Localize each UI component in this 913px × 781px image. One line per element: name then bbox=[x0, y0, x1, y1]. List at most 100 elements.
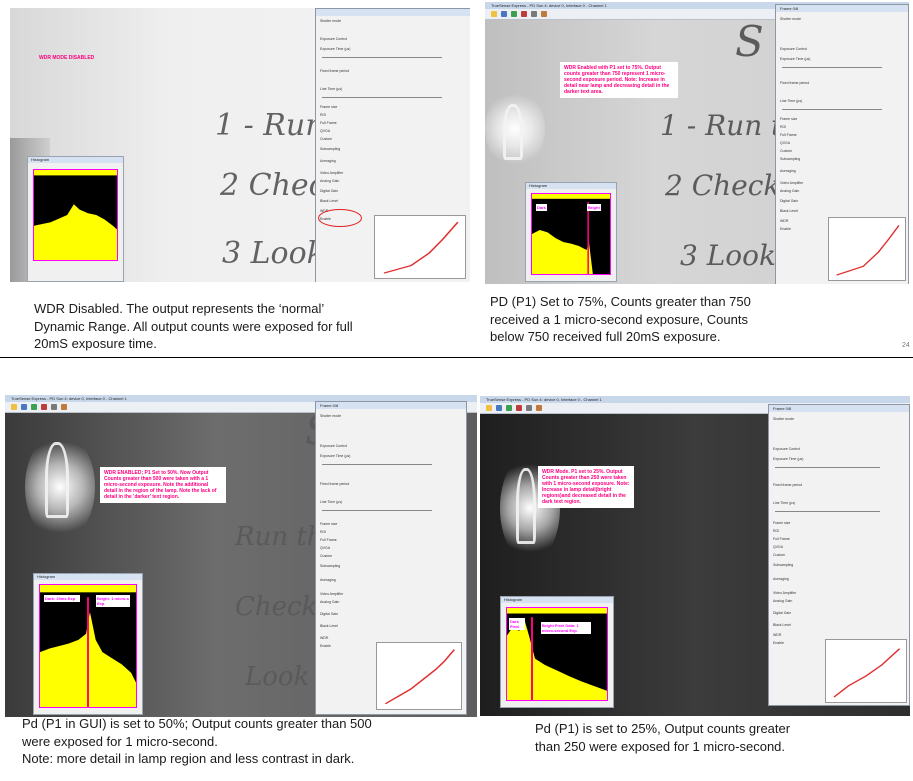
gui-row[interactable]: Shutter mode bbox=[320, 414, 462, 419]
gui-row[interactable]: Averaging bbox=[320, 578, 462, 583]
gui-row[interactable]: Line Time (µs) bbox=[320, 500, 462, 505]
gui-row[interactable]: Exposure Time (µs) bbox=[320, 47, 467, 52]
gui-row[interactable]: Shutter mode bbox=[773, 417, 905, 422]
gui-row: Video Amplifier bbox=[773, 591, 797, 595]
gui-row[interactable]: Line Time (µs) bbox=[320, 87, 467, 92]
gui-row[interactable]: Averaging bbox=[320, 159, 467, 164]
gui-row[interactable]: Exposure Time (µs) bbox=[780, 57, 904, 62]
gui-row[interactable]: Exposure Time (µs) bbox=[320, 454, 462, 459]
stop-icon[interactable] bbox=[41, 404, 47, 410]
gui-row[interactable]: Averaging bbox=[780, 169, 904, 174]
camera-control-gui[interactable]: Frame 0/8 Shutter mode Exposure Control … bbox=[775, 4, 909, 284]
gui-row: Video Amplifier bbox=[320, 171, 344, 175]
gui-row[interactable]: Exposure Time (µs) bbox=[773, 457, 905, 462]
wdr-curve-svg bbox=[383, 221, 459, 274]
caption-line: Dynamic Range. All output counts were ex… bbox=[34, 318, 353, 334]
save-icon[interactable] bbox=[496, 405, 502, 411]
screenshot: TrueSense Express - PD Sun 4: device 0, … bbox=[480, 396, 910, 716]
save-icon[interactable] bbox=[501, 11, 507, 17]
gui-row[interactable]: Custom bbox=[773, 553, 905, 558]
play-icon[interactable] bbox=[511, 11, 517, 17]
gui-row[interactable]: Shutter mode bbox=[320, 19, 467, 24]
page-number: 24 bbox=[902, 342, 910, 349]
gui-row[interactable]: Digital Gain bbox=[320, 189, 467, 194]
zoom-icon[interactable] bbox=[531, 11, 537, 17]
exposure-slider[interactable] bbox=[775, 467, 880, 468]
gui-row[interactable]: Analog Gain bbox=[780, 189, 904, 194]
exposure-slider[interactable] bbox=[782, 67, 882, 68]
gui-row[interactable]: Full Frame bbox=[320, 121, 467, 126]
camera-control-gui[interactable]: Frame 0/8 Shutter mode Exposure Control … bbox=[768, 404, 910, 706]
lamp bbox=[516, 468, 536, 544]
gui-row[interactable]: QVGA bbox=[320, 129, 467, 134]
histogram-window[interactable]: Histogram bbox=[27, 156, 124, 282]
stop-icon[interactable] bbox=[521, 11, 527, 17]
gui-row[interactable]: Full Frame bbox=[780, 133, 904, 138]
open-icon[interactable] bbox=[11, 404, 17, 410]
gui-row[interactable]: Line Time (µs) bbox=[780, 99, 904, 104]
zoom-icon[interactable] bbox=[51, 404, 57, 410]
caption-line: than 250 were exposed for 1 micro-second… bbox=[535, 738, 786, 754]
gui-row[interactable]: Exposure Control bbox=[320, 37, 467, 42]
histogram-icon[interactable] bbox=[536, 405, 542, 411]
gui-row[interactable]: Analog Gain bbox=[773, 599, 905, 604]
save-icon[interactable] bbox=[21, 404, 27, 410]
gui-row: Subsampling bbox=[320, 564, 341, 568]
gui-row[interactable]: Shutter mode bbox=[780, 17, 904, 22]
gui-row[interactable]: Black Level bbox=[320, 199, 467, 204]
gui-row[interactable]: Fixed frame period bbox=[320, 69, 467, 74]
panel-p1-25: TrueSense Express - PD Sun 4: device 0, … bbox=[480, 360, 913, 781]
line-time-slider[interactable] bbox=[322, 97, 442, 98]
open-icon[interactable] bbox=[491, 11, 497, 17]
gui-row[interactable]: Black Level bbox=[320, 624, 462, 629]
histogram-window[interactable]: Histogram Dark Pixel Bright Pixel Data: … bbox=[500, 596, 614, 708]
gui-row[interactable]: Exposure Control bbox=[320, 444, 462, 449]
open-icon[interactable] bbox=[486, 405, 492, 411]
gui-row[interactable]: Black Level bbox=[780, 209, 904, 214]
gui-row[interactable]: Digital Gain bbox=[773, 611, 905, 616]
gui-row[interactable]: Custom bbox=[780, 149, 904, 154]
gui-row[interactable]: Digital Gain bbox=[780, 199, 904, 204]
camera-control-gui[interactable]: Shutter mode Exposure Control Exposure T… bbox=[315, 8, 470, 282]
caption-line: below 750 received full 20mS exposure. bbox=[490, 329, 721, 344]
line-time-slider[interactable] bbox=[782, 109, 882, 110]
camera-control-gui[interactable]: Frame 0/8 Shutter mode Exposure Control … bbox=[315, 401, 467, 715]
gui-row[interactable]: Averaging bbox=[773, 577, 905, 582]
play-icon[interactable] bbox=[31, 404, 37, 410]
line-time-slider[interactable] bbox=[322, 510, 432, 511]
wdr-curve bbox=[836, 225, 900, 276]
zoom-icon[interactable] bbox=[526, 405, 532, 411]
histogram-window[interactable]: Histogram Dark Bright bbox=[525, 182, 617, 282]
gui-title bbox=[316, 9, 470, 16]
gui-row[interactable]: Fixed frame period bbox=[773, 483, 905, 488]
histogram-window[interactable]: Histogram Dark: 20ms Exp Bright: 1 micro… bbox=[33, 573, 143, 715]
line-time-slider[interactable] bbox=[775, 511, 880, 512]
histogram-icon[interactable] bbox=[541, 11, 547, 17]
gui-row[interactable]: Fixed frame period bbox=[320, 482, 462, 487]
gui-row[interactable]: Full Frame bbox=[320, 538, 462, 543]
gui-row[interactable]: Exposure Control bbox=[780, 47, 904, 52]
gui-row[interactable]: Analog Gain bbox=[320, 600, 462, 605]
gui-row[interactable]: Fixed frame period bbox=[780, 81, 904, 86]
gui-row[interactable]: Line Time (µs) bbox=[773, 501, 905, 506]
lamp bbox=[503, 104, 523, 160]
gui-row[interactable]: Custom bbox=[320, 554, 462, 559]
gui-row[interactable]: QVGA bbox=[780, 141, 904, 146]
gui-row[interactable]: Digital Gain bbox=[320, 612, 462, 617]
gui-row[interactable]: QVGA bbox=[773, 545, 905, 550]
play-icon[interactable] bbox=[506, 405, 512, 411]
gui-row[interactable]: QVGA bbox=[320, 546, 462, 551]
stop-icon[interactable] bbox=[516, 405, 522, 411]
gui-row[interactable]: Exposure Control bbox=[773, 447, 905, 452]
histogram-icon[interactable] bbox=[61, 404, 67, 410]
lamp bbox=[45, 442, 69, 518]
gui-row[interactable]: Custom bbox=[320, 137, 467, 142]
exposure-slider[interactable] bbox=[322, 464, 432, 465]
gui-row[interactable]: Full Frame bbox=[773, 537, 905, 542]
wdr-curve-svg bbox=[833, 648, 901, 698]
annotation-text: WDR ENABLED; P1 Set to 50%. Now Output C… bbox=[100, 467, 226, 503]
gui-row[interactable]: Analog Gain bbox=[320, 179, 467, 184]
gui-row[interactable]: Black Level bbox=[773, 623, 905, 628]
exposure-slider[interactable] bbox=[322, 57, 442, 58]
caption-line: were exposed for 1 micro-second. bbox=[22, 733, 218, 749]
